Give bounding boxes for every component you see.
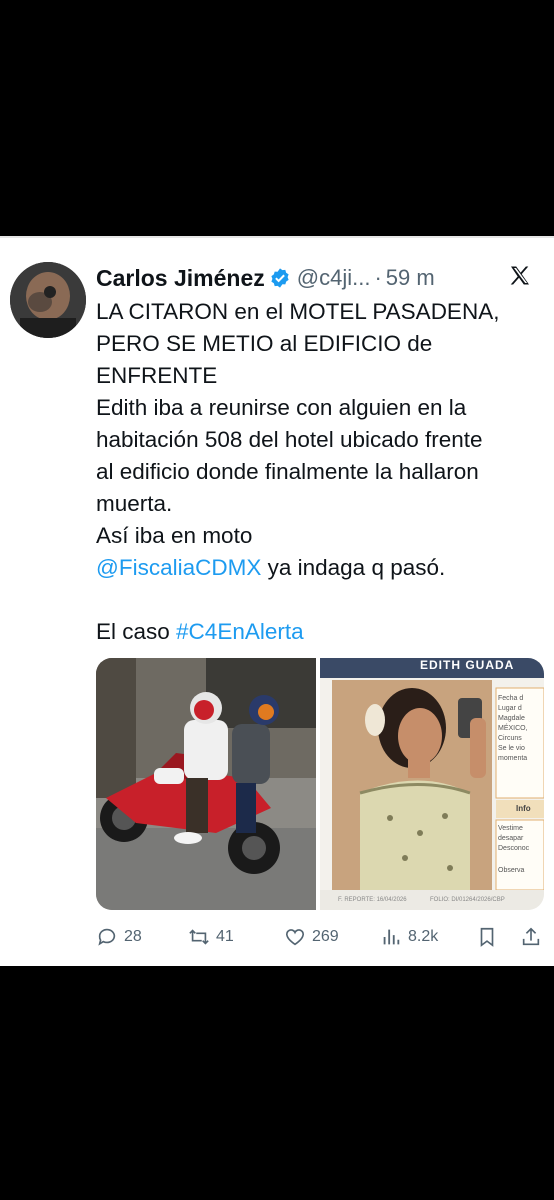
bookmark-button[interactable] <box>476 926 520 948</box>
poster-label: momenta <box>498 755 528 762</box>
tweet-line: habitación 508 del hotel ubicado frente <box>96 427 483 452</box>
poster-header-text: EDITH GUADA <box>420 658 515 672</box>
author-handle[interactable]: @c4ji... <box>297 265 371 291</box>
poster-label: Vestime <box>498 825 523 832</box>
reply-count: 28 <box>124 928 142 945</box>
hashtag-line: El caso #C4EnAlerta <box>96 616 546 648</box>
bookmark-icon <box>480 927 494 947</box>
x-logo-icon <box>510 266 529 285</box>
poster-label: Lugar d <box>498 705 522 712</box>
tweet-line: Edith iba a reunirse con alguien en la <box>96 395 467 420</box>
tweet-line: muerta. <box>96 491 173 516</box>
tweet-time[interactable]: 59 m <box>386 265 435 291</box>
tweet-line: PERO SE METIO al EDIFICIO de <box>96 331 433 356</box>
reply-button[interactable]: 28 <box>96 926 188 948</box>
avatar[interactable] <box>10 262 86 338</box>
heart-icon <box>285 929 305 946</box>
poster-label: Circuns <box>498 735 522 742</box>
motorcycle-photo[interactable] <box>96 658 316 910</box>
poster-info-heading: Info <box>516 804 531 813</box>
poster-label: Se le vio <box>498 745 525 752</box>
views-icon <box>383 929 400 945</box>
tweet-line: al edificio donde finalmente la hallaron <box>96 459 479 484</box>
retweet-count: 41 <box>216 928 234 945</box>
author-name[interactable]: Carlos Jiménez <box>96 265 265 292</box>
mention-link[interactable]: @FiscaliaCDMX <box>96 555 261 580</box>
separator-dot: · <box>374 265 382 290</box>
poster-label: Magdale <box>498 715 525 722</box>
poster-label: desapar <box>498 835 524 842</box>
retweet-button[interactable]: 41 <box>188 926 284 948</box>
tweet-line: LA CITARON en el MOTEL PASADENA, <box>96 299 500 324</box>
like-button[interactable]: 269 <box>284 926 380 948</box>
poster-side-labels-lower: Vestime desapar Desconoc Observa <box>498 824 544 876</box>
mention-line: @FiscaliaCDMX ya indaga q pasó. <box>96 552 546 584</box>
hashtag-link[interactable]: #C4EnAlerta <box>176 619 304 644</box>
retweet-icon <box>189 929 209 945</box>
share-icon <box>522 927 540 946</box>
reply-icon <box>98 928 116 946</box>
share-button[interactable] <box>520 926 544 948</box>
tweet-line: Así iba en moto <box>96 523 253 548</box>
verified-badge-icon <box>271 268 289 288</box>
poster-footer-right: FOLIO: DI/01264/2026/CBP <box>430 897 505 903</box>
tweet-actions: 28 41 269 8.2k <box>96 922 544 952</box>
like-count: 269 <box>312 928 339 945</box>
poster-label: MÉXICO, <box>498 725 528 732</box>
poster-label: Fecha d <box>498 695 524 702</box>
media-grid: EDITH GUADA Fecha d Lugar d Magdale MÉXI… <box>96 658 544 910</box>
tweet-card[interactable]: Carlos Jiménez @c4ji... · 59 m LA CITARO… <box>0 236 554 966</box>
poster-footer-left: F. REPORTE: 16/04/2026 <box>338 897 407 903</box>
tweet-line: ENFRENTE <box>96 363 218 388</box>
mention-rest-text: ya indaga q pasó. <box>261 555 446 580</box>
tweet-header: Carlos Jiménez @c4ji... · 59 m <box>96 260 544 296</box>
caso-text: El caso <box>96 619 177 644</box>
views-button[interactable]: 8.2k <box>380 926 476 948</box>
poster-label: Observa <box>498 867 525 874</box>
poster-side-labels: Fecha d Lugar d Magdale MÉXICO, Circuns … <box>498 694 544 764</box>
tweet-text: LA CITARON en el MOTEL PASADENA, PERO SE… <box>96 296 546 648</box>
missing-poster[interactable]: EDITH GUADA Fecha d Lugar d Magdale MÉXI… <box>320 658 544 910</box>
views-count: 8.2k <box>408 928 439 945</box>
avatar-image <box>10 262 86 338</box>
poster-label: Desconoc <box>498 845 530 852</box>
